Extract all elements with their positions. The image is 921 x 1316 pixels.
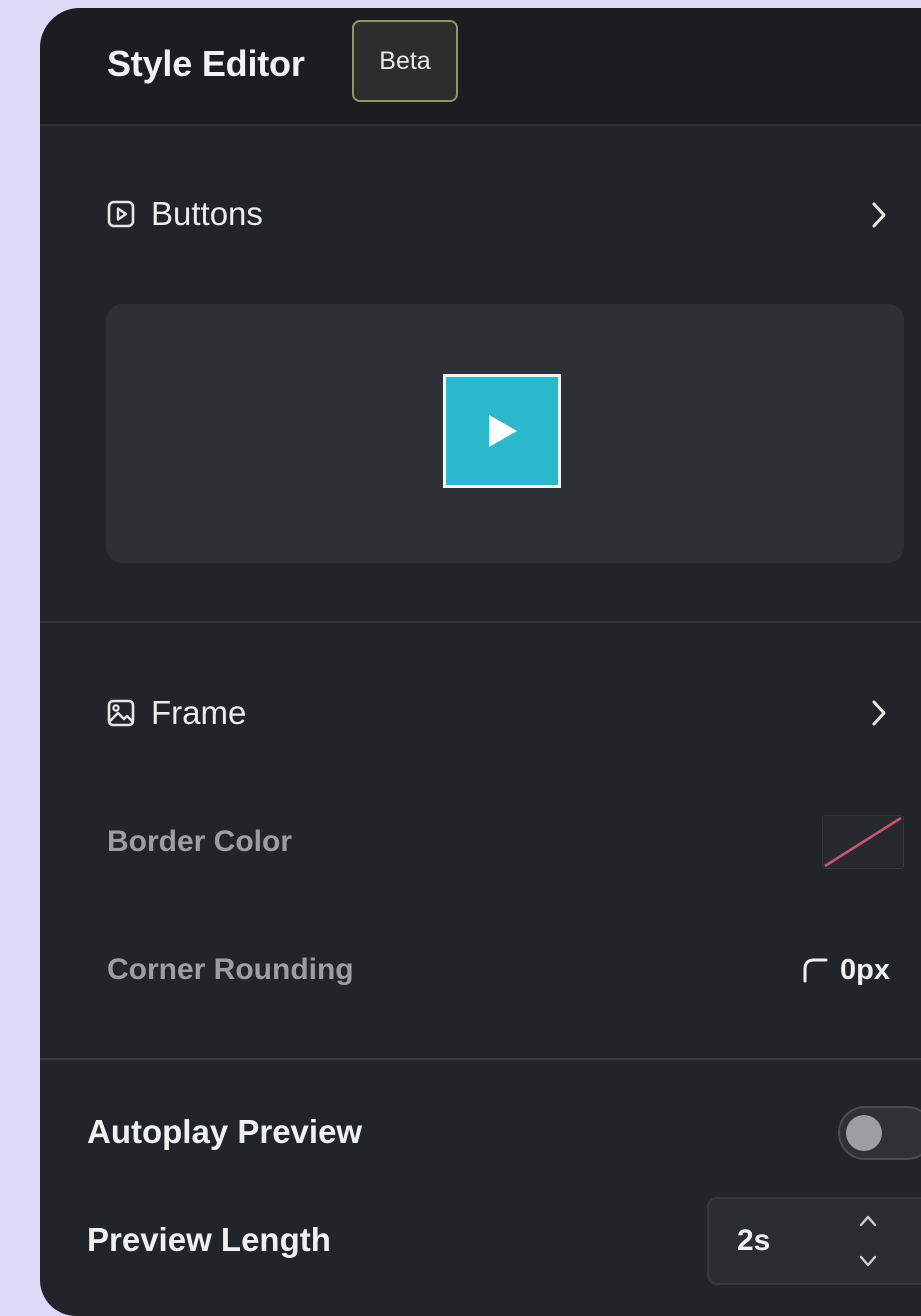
preview-length-stepper[interactable]: 2s <box>707 1197 921 1285</box>
frame-section-header[interactable]: Frame <box>107 693 246 733</box>
section-divider <box>40 1058 921 1060</box>
section-divider <box>40 621 921 623</box>
corner-rounding-value[interactable]: 0px <box>802 950 890 990</box>
style-editor-panel: Style Editor Beta Buttons Frame Border C… <box>40 8 921 1316</box>
border-color-label: Border Color <box>107 825 293 858</box>
chevron-right-icon[interactable] <box>866 200 892 230</box>
no-color-icon <box>824 816 902 868</box>
preview-length-label: Preview Length <box>87 1221 331 1258</box>
corner-rounding-label: Corner Rounding <box>107 953 354 986</box>
play-icon <box>489 415 517 447</box>
corner-rounding-text: 0px <box>840 953 890 986</box>
panel-header: Style Editor Beta <box>40 8 921 126</box>
chevron-right-icon[interactable] <box>866 698 892 728</box>
button-preview-area <box>106 304 904 563</box>
preview-length-value: 2s <box>737 1224 771 1257</box>
toggle-knob <box>846 1115 882 1151</box>
panel-title: Style Editor <box>107 43 305 84</box>
play-square-icon <box>107 200 135 228</box>
buttons-section-header[interactable]: Buttons <box>107 194 263 234</box>
buttons-section-label: Buttons <box>151 195 263 232</box>
preview-play-button[interactable] <box>443 374 561 488</box>
chevron-up-icon[interactable] <box>857 1213 879 1229</box>
autoplay-toggle[interactable] <box>838 1106 921 1160</box>
autoplay-preview-label: Autoplay Preview <box>87 1113 363 1150</box>
corner-radius-icon <box>803 958 828 983</box>
frame-section-label: Frame <box>151 694 247 731</box>
image-icon <box>107 699 135 727</box>
border-color-swatch[interactable] <box>822 815 904 869</box>
chevron-down-icon[interactable] <box>857 1253 879 1269</box>
beta-badge: Beta <box>352 20 458 102</box>
